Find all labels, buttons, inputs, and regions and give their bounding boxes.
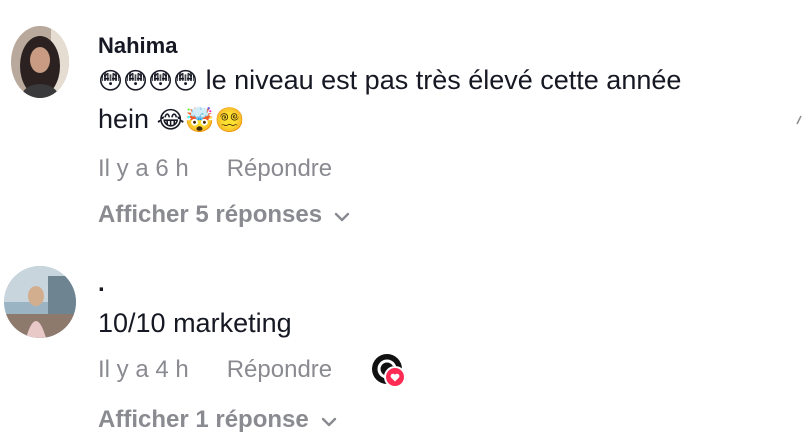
- comment-meta: Il y a 4 h Répondre: [98, 356, 332, 384]
- avatar[interactable]: [11, 26, 69, 98]
- comment-emoji: 😳😳😳😳: [98, 67, 199, 95]
- scroll-edge-indicator: [796, 112, 802, 125]
- avatar[interactable]: [4, 266, 76, 338]
- comment-time: Il y a 4 h: [98, 356, 189, 383]
- view-replies-button[interactable]: Afficher 5 réponses: [98, 201, 350, 229]
- comment-meta: Il y a 6 h Répondre: [98, 155, 332, 183]
- comment-text-line: hein: [98, 104, 157, 134]
- chevron-down-icon: [334, 201, 350, 229]
- view-replies-button[interactable]: Afficher 1 réponse: [98, 406, 337, 434]
- comment-text: 10/10 marketing: [98, 308, 292, 338]
- comment-item: Nahima 😳😳😳😳 le niveau est pas très élevé…: [0, 0, 802, 240]
- view-replies-label: Afficher 5 réponses: [98, 201, 323, 228]
- comment-text-line: le niveau est pas très élevé cette année: [198, 65, 682, 95]
- view-replies-label: Afficher 1 réponse: [98, 406, 309, 433]
- heart-icon: [384, 366, 406, 388]
- chevron-down-icon: [321, 406, 337, 434]
- comment-emoji: 😂🤯😵‍💫: [156, 106, 245, 134]
- comment-item: . 10/10 marketing Il y a 4 h Répondre Af…: [0, 240, 802, 442]
- creator-liked-badge: [372, 354, 406, 388]
- comment-username[interactable]: .: [98, 270, 105, 298]
- reply-button[interactable]: Répondre: [227, 155, 332, 183]
- comment-time: Il y a 6 h: [98, 155, 189, 182]
- comment-text: 😳😳😳😳 le niveau est pas très élevé cette …: [98, 61, 758, 139]
- comment-username[interactable]: Nahima: [98, 33, 177, 59]
- reply-button[interactable]: Répondre: [227, 356, 332, 384]
